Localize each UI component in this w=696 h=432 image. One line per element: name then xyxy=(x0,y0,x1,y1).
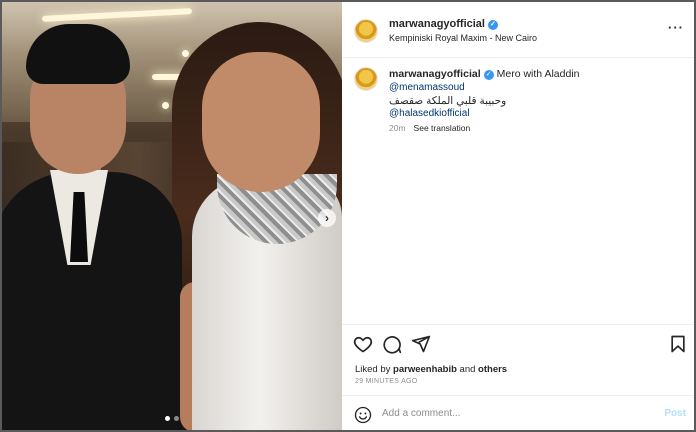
comment-icon[interactable] xyxy=(382,334,402,354)
caption-arabic-text: وحبيبة قلبي الملكة صقصف xyxy=(389,95,507,107)
likes-user[interactable]: parweenhabib xyxy=(393,364,457,375)
woman-face xyxy=(202,52,320,192)
ceiling-lamp xyxy=(162,102,169,109)
carousel-dot xyxy=(174,416,179,421)
bookmark-icon[interactable] xyxy=(668,334,688,354)
author-username[interactable]: marwanagyofficial ✓ xyxy=(389,18,498,30)
caption-mention[interactable]: @menamassoud xyxy=(389,82,465,93)
carousel-next-button[interactable]: › xyxy=(318,209,336,227)
carousel-indicator xyxy=(165,416,179,421)
caption: marwanagyofficial ✓ Mero with Aladdin xyxy=(389,68,580,80)
comment-input[interactable] xyxy=(382,408,652,419)
more-options-icon: ··· xyxy=(668,20,684,35)
caption-time[interactable]: 20m xyxy=(389,123,406,133)
chevron-right-icon: › xyxy=(325,211,329,225)
comment-bar: Post xyxy=(342,395,694,430)
post-side-panel: marwanagyofficial ✓ Kempiniski Royal Maxi… xyxy=(342,2,694,430)
carousel-dot-active xyxy=(165,416,170,421)
see-translation-link[interactable]: See translation xyxy=(414,123,471,133)
verified-icon: ✓ xyxy=(483,70,494,80)
caption-username[interactable]: marwanagyofficial xyxy=(389,68,481,80)
likes-prefix: Liked by xyxy=(355,364,391,375)
post-location[interactable]: Kempiniski Royal Maxim - New Cairo xyxy=(389,33,537,43)
instagram-post-modal: › marwanagyofficial ✓ Kempiniski Royal Ma… xyxy=(0,0,696,432)
caption-text: Mero with Aladdin xyxy=(496,68,580,80)
caption-avatar[interactable] xyxy=(354,67,378,91)
post-timestamp[interactable]: 29 MINUTES AGO xyxy=(355,378,418,385)
post-header: marwanagyofficial ✓ Kempiniski Royal Maxi… xyxy=(342,2,694,58)
avatar[interactable] xyxy=(354,19,378,43)
action-bar xyxy=(342,324,694,358)
ceiling-lamp xyxy=(182,50,189,57)
paper-plane-icon[interactable] xyxy=(411,334,431,354)
emoji-icon[interactable] xyxy=(354,406,372,424)
heart-icon[interactable] xyxy=(353,334,373,354)
more-options-button[interactable]: ··· xyxy=(668,20,684,35)
likes-joiner: and xyxy=(459,364,476,375)
likes-others[interactable]: others xyxy=(478,364,507,375)
author-username-text[interactable]: marwanagyofficial xyxy=(389,18,485,30)
post-photo[interactable]: › xyxy=(2,2,342,430)
likes-summary: Liked by parweenhabib and others xyxy=(355,364,507,375)
man-hair xyxy=(26,24,130,84)
caption-mention[interactable]: @halasedkiofficial xyxy=(389,108,470,119)
post-comment-button[interactable]: Post xyxy=(664,408,686,419)
caption-meta: 20m See translation xyxy=(389,123,470,133)
verified-icon: ✓ xyxy=(487,20,498,30)
